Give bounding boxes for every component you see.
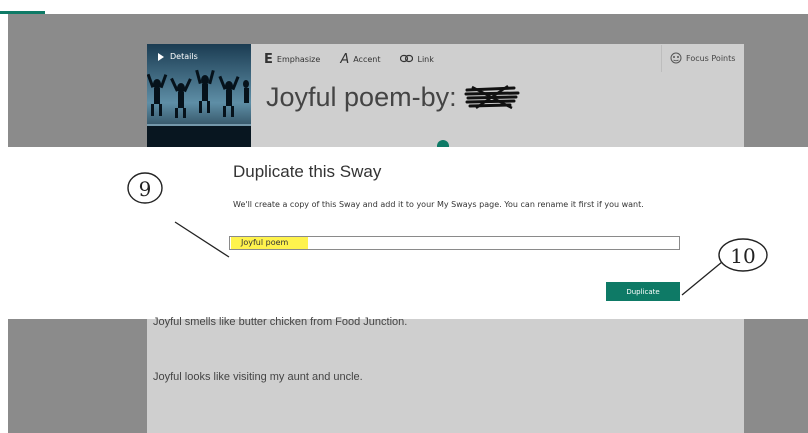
- top-bar: [0, 0, 808, 14]
- text-format-toolbar: E Emphasize A Accent Link: [264, 52, 434, 67]
- details-toggle[interactable]: Details: [158, 52, 198, 61]
- emphasize-icon: E: [264, 52, 273, 67]
- sway-name-input[interactable]: Joyful poem: [229, 236, 680, 250]
- card-paragraph[interactable]: Joyful smells like butter chicken from F…: [153, 316, 407, 328]
- accent-icon: A: [340, 52, 350, 67]
- emphasize-button[interactable]: E Emphasize: [264, 52, 320, 67]
- link-button[interactable]: Link: [400, 54, 434, 65]
- sway-name-value: Joyful poem: [241, 238, 289, 247]
- accent-label: Accent: [353, 55, 381, 64]
- accent-button[interactable]: A Accent: [340, 52, 380, 67]
- add-card-indicator[interactable]: [437, 140, 449, 147]
- duplicate-button[interactable]: Duplicate: [606, 282, 680, 301]
- link-icon: [400, 54, 414, 65]
- card-paragraph[interactable]: Joyful looks like visiting my aunt and u…: [153, 371, 363, 383]
- link-label: Link: [417, 55, 434, 64]
- focus-points-button[interactable]: Focus Points: [661, 45, 743, 72]
- redacted-author-scribble: [464, 84, 520, 110]
- emphasize-label: Emphasize: [276, 55, 321, 64]
- duplicate-dialog: [0, 147, 808, 319]
- focus-points-label: Focus Points: [686, 54, 736, 63]
- dialog-title: Duplicate this Sway: [233, 162, 382, 181]
- details-label: Details: [170, 52, 198, 61]
- card-headline[interactable]: Joyful poem-by:: [266, 82, 457, 113]
- dialog-description: We'll create a copy of this Sway and add…: [233, 200, 644, 209]
- focus-points-icon: [670, 52, 682, 66]
- expand-triangle-icon: [158, 52, 164, 61]
